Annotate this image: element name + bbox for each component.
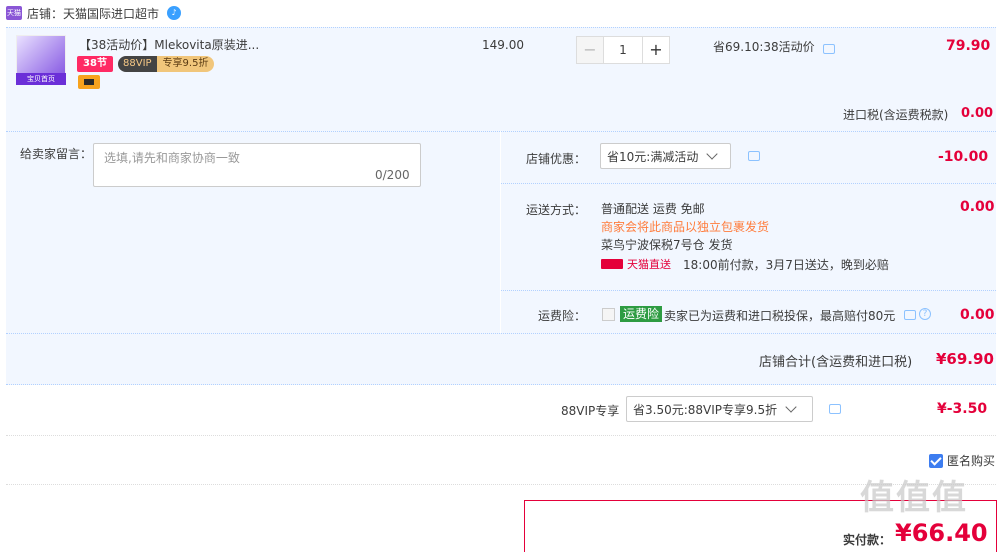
vip-badge: 88VIP 专享9.5折 — [118, 56, 215, 72]
shipping-value: 0.00 — [960, 199, 995, 215]
seller-message-placeholder: 选填,请先和商家协商一致 — [104, 151, 240, 165]
freight-insurance-tag: 运费险 — [620, 306, 663, 322]
credit-card-icon — [78, 75, 100, 89]
vip-discount-value: ¥-3.50 — [937, 401, 988, 417]
item-subtotal: 79.90 — [946, 38, 991, 54]
shop-name[interactable]: 店铺：天猫国际进口超市 — [27, 5, 159, 22]
freight-insurance-text: 卖家已为运费和进口税投保，最高赔付80元 — [664, 309, 896, 323]
promo-comment-icon[interactable] — [823, 44, 835, 54]
quantity-plus-button[interactable]: + — [642, 36, 670, 64]
shop-discount-selected: 省10元:满减活动 — [607, 149, 699, 164]
shipping-warehouse: 菜鸟宁波保税7号仓 发货 — [601, 238, 733, 252]
shop-header: 天猫国际 店铺：天猫国际进口超市 ♪ — [6, 3, 182, 31]
shop-logo-icon: 天猫国际 — [6, 6, 22, 31]
vip-badge-label: 88VIP — [118, 56, 157, 72]
tmall-delivery-icon — [601, 259, 623, 269]
tmall-direct-badge: 天猫直送 — [601, 256, 671, 272]
freight-insurance-checkbox[interactable] — [602, 308, 615, 321]
vip-discount-label: 88VIP专享 — [561, 404, 620, 418]
shipping-note: 商家会将此商品以独立包裹发货 — [601, 220, 770, 234]
seller-message-counter: 0/200 — [375, 168, 410, 182]
vip-discount-selected: 省3.50元:88VIP专享9.5折 — [633, 402, 778, 417]
anonymous-purchase[interactable]: 匿名购买 — [929, 452, 995, 469]
anonymous-purchase-checkbox[interactable] — [929, 453, 943, 468]
quantity-stepper: − 1 + — [576, 36, 670, 64]
store-total-value: ¥69.90 — [936, 350, 994, 368]
thumbnail-tag: 宝贝首页 — [16, 73, 66, 85]
divider — [501, 290, 996, 291]
promo-savings-text: 省69.10:38活动价 — [713, 40, 815, 54]
store-total-label: 店铺合计(含运费和进口税) — [759, 355, 913, 370]
anonymous-purchase-label: 匿名购买 — [947, 454, 996, 468]
vip-comment-icon[interactable] — [829, 404, 841, 414]
quantity-minus-button[interactable]: − — [576, 36, 604, 64]
vip-badge-discount: 专享9.5折 — [156, 56, 215, 72]
freight-insurance-label: 运费险： — [538, 309, 587, 323]
unit-price: 149.00 — [482, 38, 524, 52]
seller-message-label: 给卖家留言： — [20, 147, 93, 161]
watermark: 值值值 — [860, 478, 968, 518]
freight-insurance-value: 0.00 — [960, 307, 995, 323]
divider — [6, 435, 996, 436]
quantity-input[interactable]: 1 — [604, 36, 642, 64]
festival-38-badge: 38节 — [77, 56, 113, 72]
shop-discount-label: 店铺优惠： — [526, 152, 587, 166]
product-title[interactable]: 【38活动价】Mlekovita原装进... — [79, 36, 269, 53]
insurance-comment-icon[interactable] — [904, 310, 916, 320]
payment-label: 实付款： — [843, 533, 892, 547]
help-question-icon[interactable]: ? — [919, 308, 931, 320]
chevron-down-icon — [706, 148, 718, 160]
vip-discount-select[interactable]: 省3.50元:88VIP专享9.5折 — [626, 396, 813, 422]
shipping-method: 普通配送 运费 免邮 — [601, 202, 705, 216]
wangwang-chat-icon[interactable]: ♪ — [167, 6, 182, 20]
divider — [6, 484, 996, 485]
shipping-label: 运送方式： — [526, 203, 587, 217]
shop-discount-select[interactable]: 省10元:满减活动 — [600, 143, 731, 169]
import-tax-label: 进口税(含运费税款) — [843, 108, 949, 122]
tmall-direct-label: 天猫直送 — [627, 258, 671, 271]
delivery-eta: 18:00前付款，3月7日送达，晚到必赔 — [683, 258, 889, 272]
import-tax-value: 0.00 — [961, 106, 994, 121]
divider — [501, 183, 996, 184]
payment-value: ¥66.40 — [895, 519, 988, 547]
shop-discount-value: -10.00 — [938, 149, 989, 165]
chevron-down-icon — [785, 401, 797, 413]
discount-comment-icon[interactable] — [748, 151, 760, 161]
